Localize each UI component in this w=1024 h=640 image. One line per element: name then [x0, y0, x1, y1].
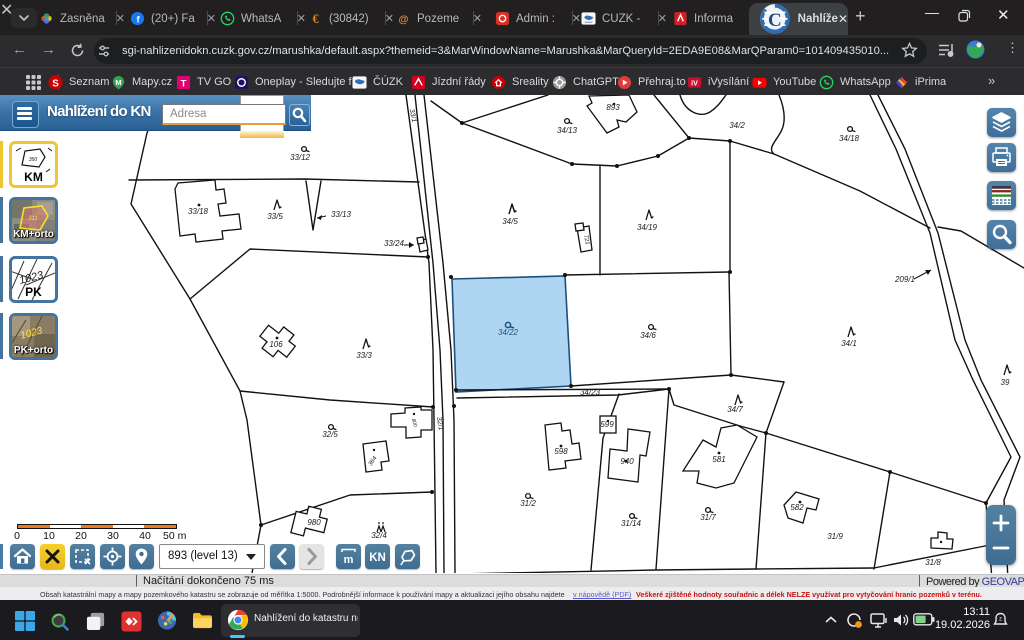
svg-text:34/23: 34/23: [580, 388, 601, 397]
svg-text:34/13: 34/13: [557, 126, 578, 135]
svg-text:940: 940: [620, 457, 634, 466]
svg-text:581: 581: [712, 455, 725, 464]
svg-text:34/18: 34/18: [839, 134, 860, 143]
svg-text:31/9: 31/9: [827, 532, 843, 541]
svg-text:32/1: 32/1: [435, 416, 444, 431]
svg-text:S: S: [52, 78, 59, 89]
svg-text:582: 582: [790, 503, 804, 512]
svg-text:T: T: [181, 78, 187, 88]
svg-text:34/2: 34/2: [729, 121, 745, 130]
svg-text:33/3: 33/3: [356, 351, 372, 360]
svg-text:M: M: [115, 77, 121, 86]
svg-text:209/1: 209/1: [894, 275, 915, 284]
svg-text:311: 311: [28, 216, 38, 222]
svg-text:32/5: 32/5: [322, 430, 338, 439]
svg-text:598: 598: [554, 447, 568, 456]
svg-text:33/5: 33/5: [267, 212, 283, 221]
svg-text:KN: KN: [369, 552, 386, 564]
svg-text:33/18: 33/18: [188, 207, 209, 216]
svg-text:893: 893: [606, 103, 620, 112]
svg-text:106: 106: [269, 340, 283, 349]
svg-text:599: 599: [600, 420, 614, 429]
svg-text:350: 350: [29, 157, 38, 163]
svg-text:34/5: 34/5: [502, 217, 518, 226]
svg-text:@: @: [398, 14, 408, 25]
svg-text:34/19: 34/19: [637, 223, 658, 232]
svg-text:34/7: 34/7: [727, 405, 743, 414]
svg-text:€: €: [312, 12, 318, 26]
svg-text:C: C: [768, 10, 782, 31]
svg-text:31/7: 31/7: [700, 513, 716, 522]
svg-text:iV: iV: [691, 80, 698, 87]
svg-text:33/13: 33/13: [331, 210, 352, 219]
svg-text:m: m: [344, 554, 354, 566]
svg-text:z: z: [999, 617, 1002, 623]
svg-text:31/14: 31/14: [621, 519, 642, 528]
svg-text:33/24: 33/24: [384, 239, 405, 248]
svg-text:31/8: 31/8: [925, 558, 941, 567]
svg-text:34/22: 34/22: [498, 328, 519, 337]
svg-text:39: 39: [1001, 378, 1010, 387]
svg-text:34/1: 34/1: [841, 339, 857, 348]
svg-text:34/6: 34/6: [640, 331, 656, 340]
svg-text:31/2: 31/2: [520, 499, 536, 508]
svg-text:980: 980: [307, 518, 321, 527]
svg-text:33/12: 33/12: [290, 153, 311, 162]
svg-text:32/4: 32/4: [371, 531, 387, 540]
